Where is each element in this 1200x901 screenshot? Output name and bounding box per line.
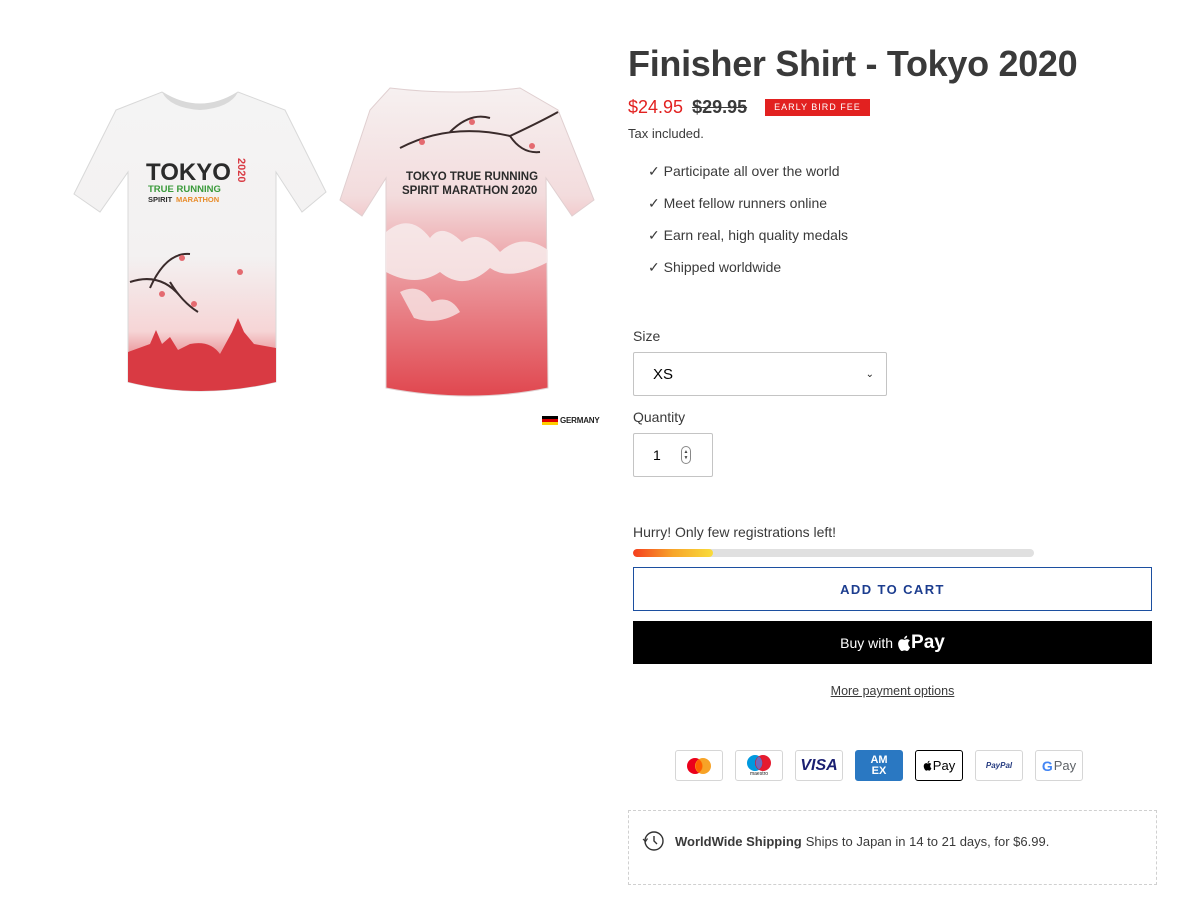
paypal-icon: PayPal	[975, 750, 1023, 781]
feature-item: ✓ Participate all over the world	[648, 163, 840, 179]
buy-with-apple-pay-button[interactable]: Buy with Pay	[633, 621, 1152, 664]
apple-logo-icon	[898, 635, 911, 651]
feature-list: ✓ Participate all over the world ✓ Meet …	[628, 155, 1158, 283]
front-logo-year: 2020	[235, 158, 247, 182]
compare-price: $29.95	[692, 96, 748, 117]
google-pay-label: Pay	[1053, 758, 1077, 773]
front-logo-line3b: MARATHON	[176, 195, 219, 204]
google-pay-icon: G Pay	[1035, 750, 1083, 781]
tax-note: Tax included.	[628, 126, 704, 141]
germany-flag-icon	[542, 416, 558, 425]
quantity-stepper[interactable]: ▲ ▼	[681, 446, 691, 464]
maestro-icon: maestro	[735, 750, 783, 781]
product-title: Finisher Shirt - Tokyo 2020	[628, 43, 1078, 84]
add-to-cart-button[interactable]: ADD TO CART	[633, 567, 1152, 611]
size-select[interactable]: XS ⌄	[633, 352, 887, 396]
stock-progress-fill	[633, 549, 714, 557]
price-row: $24.95 $29.95 EARLY BIRD FEE	[628, 96, 1158, 118]
stock-message: Hurry! Only few registrations left!	[633, 524, 837, 540]
feature-item: ✓ Shipped worldwide	[648, 259, 782, 275]
stock-progress-bar	[633, 549, 1034, 557]
quantity-input[interactable]: 1	[633, 433, 713, 477]
more-payment-options-link[interactable]: More payment options	[633, 684, 1152, 698]
stepper-down-icon[interactable]: ▼	[684, 455, 689, 461]
quantity-label: Quantity	[633, 409, 686, 425]
sale-badge: EARLY BIRD FEE	[765, 98, 870, 116]
visa-label: VISA	[800, 756, 838, 774]
front-logo-line1: TOKYO	[146, 159, 231, 186]
quantity-value: 1	[653, 447, 661, 463]
feature-item: ✓ Earn real, high quality medals	[648, 227, 849, 243]
paypal-label: PayPal	[985, 761, 1013, 770]
chevron-down-icon: ⌄	[865, 368, 874, 380]
back-logo-line2: SPIRIT MARATHON 2020	[402, 185, 537, 197]
apple-pay-mark: Pay	[897, 632, 945, 654]
shipping-info-box: WorldWide Shipping Ships to Japan in 14 …	[628, 810, 1157, 885]
pay-label: Pay	[911, 631, 945, 653]
mastercard-icon	[675, 750, 723, 781]
front-shirt: TOKYO TRUE RUNNING SPIRIT MARATHON 2020	[73, 91, 327, 392]
shipping-text: Ships to Japan in 14 to 21 days, for $6.…	[805, 833, 1050, 849]
visa-icon: VISA	[795, 750, 843, 781]
amex-label-top: AM	[870, 753, 888, 766]
payment-icons: maestro VISA AM EX Pay PayPal G Pay	[675, 750, 1083, 781]
amex-icon: AM EX	[855, 750, 903, 781]
product-image: TOKYO TRUE RUNNING SPIRIT MARATHON 2020 …	[73, 87, 595, 397]
made-in-germany-badge: GERMANY	[542, 416, 600, 425]
buy-with-label: Buy with	[840, 634, 894, 651]
maestro-label: maestro	[749, 771, 769, 777]
size-value: XS	[653, 365, 674, 383]
front-logo-line3a: SPIRIT	[148, 195, 173, 204]
clock-history-icon	[642, 831, 664, 851]
amex-label-bottom: EX	[871, 764, 887, 777]
size-label: Size	[633, 328, 661, 344]
shipping-row: WorldWide Shipping Ships to Japan in 14 …	[641, 829, 1049, 853]
shipping-title: WorldWide Shipping	[675, 833, 802, 849]
apple-pay-label: Pay	[932, 758, 956, 773]
front-logo-line2: TRUE RUNNING	[148, 184, 221, 195]
feature-item: ✓ Meet fellow runners online	[648, 195, 828, 211]
apple-pay-icon: Pay	[915, 750, 963, 781]
back-shirt: TOKYO TRUE RUNNING SPIRIT MARATHON 2020	[339, 87, 595, 397]
product-info: Finisher Shirt - Tokyo 2020 $24.95 $29.9…	[628, 40, 1158, 283]
sale-price: $24.95	[628, 96, 684, 117]
made-in-label: GERMANY	[560, 416, 600, 425]
back-logo-line1: TOKYO TRUE RUNNING	[406, 171, 538, 183]
